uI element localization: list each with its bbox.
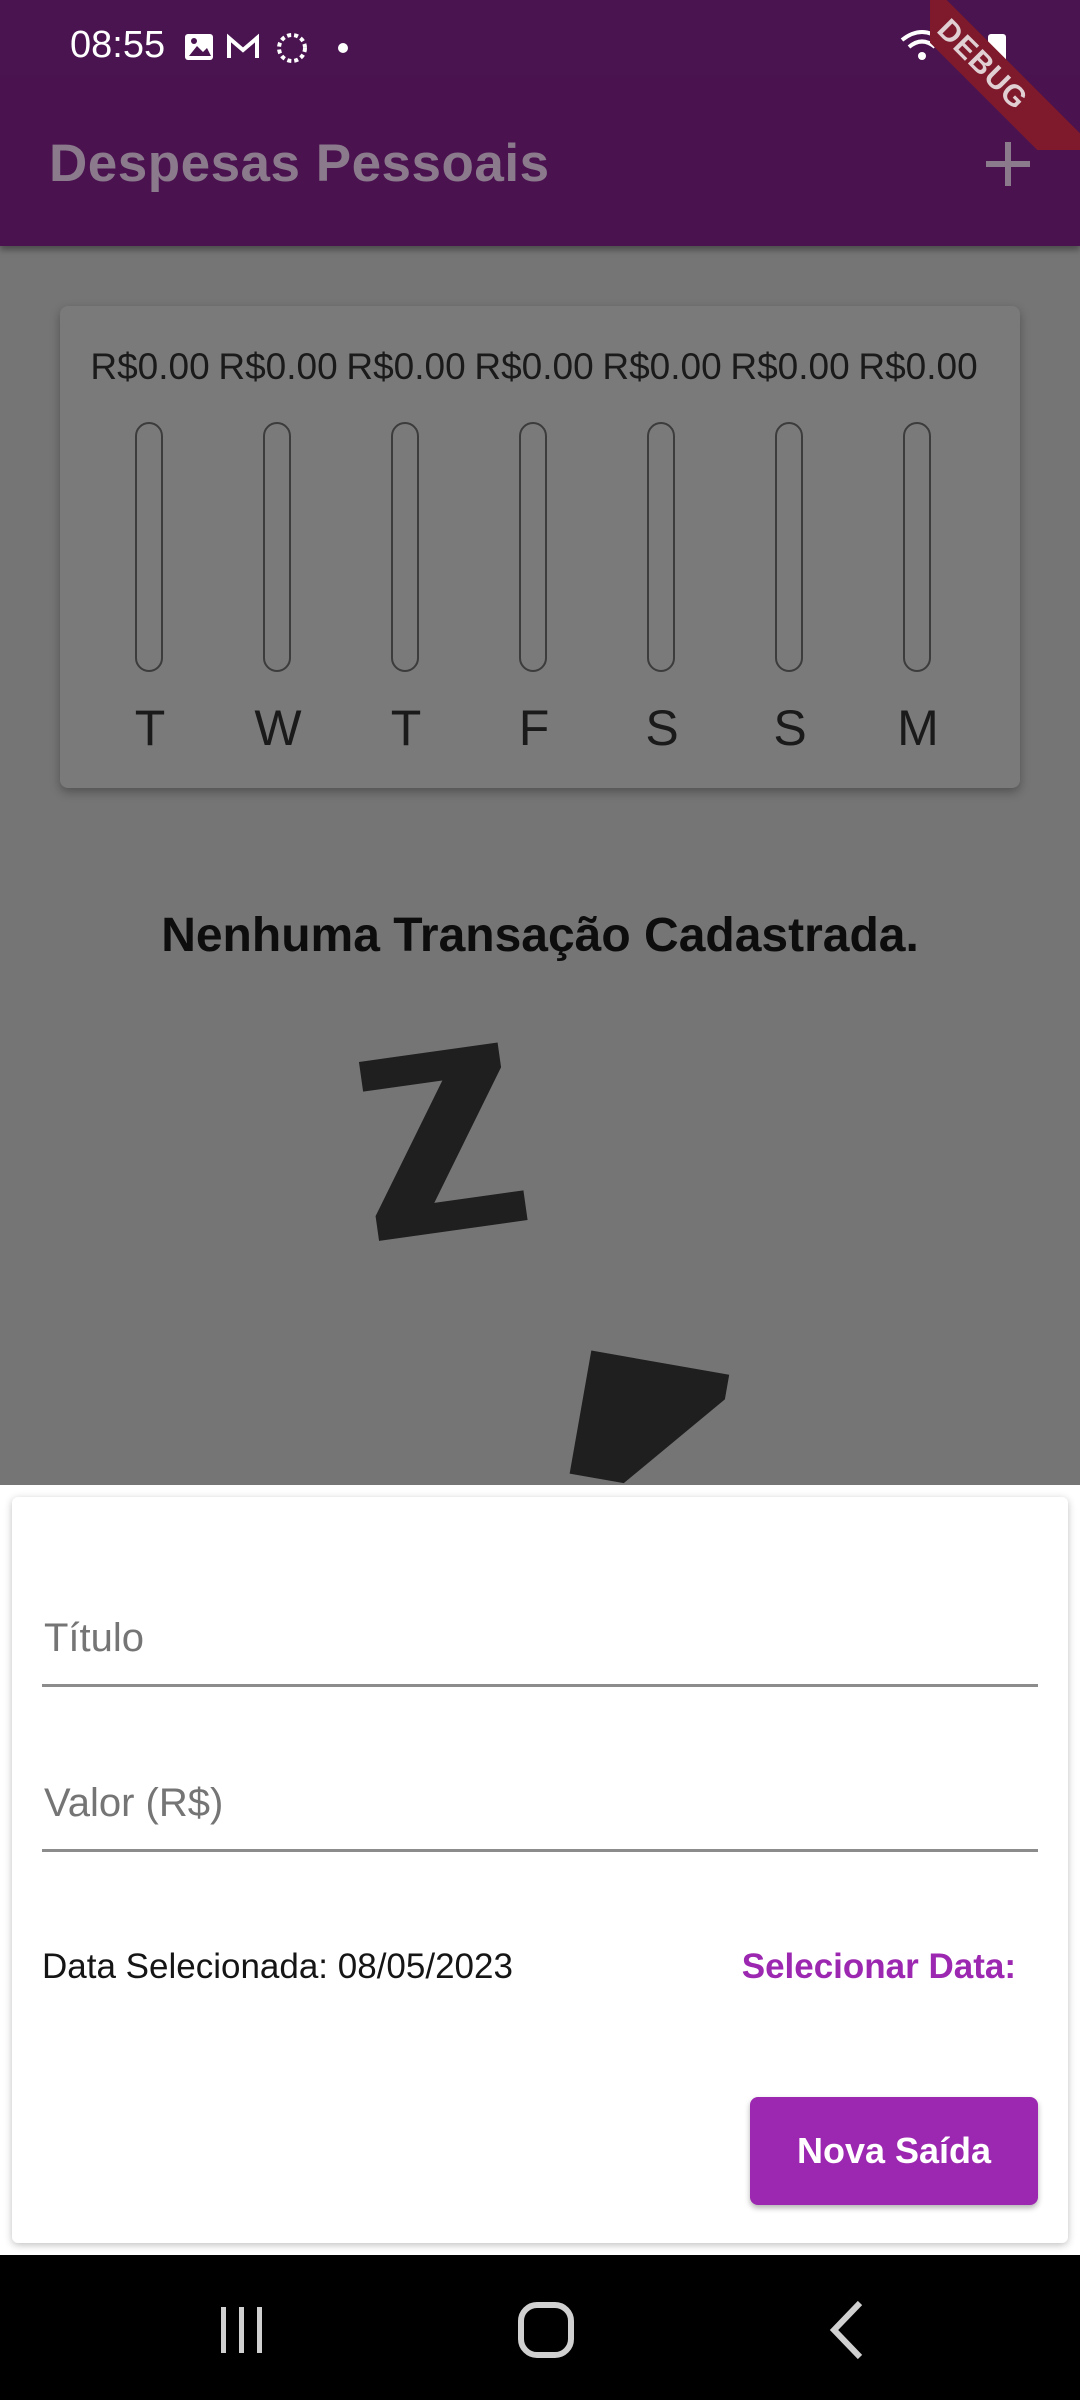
select-date-button[interactable]: Selecionar Data: (742, 1947, 1016, 1987)
selected-date-label: Data Selecionada: 08/05/2023 (42, 1947, 513, 1986)
recent-apps-button[interactable] (203, 2295, 283, 2365)
chart-bar (903, 422, 931, 672)
chart-column: R$0.00 M (854, 306, 982, 788)
chart-column: R$0.00 T (342, 306, 470, 788)
chart-day-label: W (254, 700, 302, 756)
chart-column: R$0.00 W (214, 306, 342, 788)
sync-icon (277, 33, 307, 63)
empty-state-message: Nenhuma Transação Cadastrada. (161, 909, 919, 962)
status-bar: 08:55 (0, 0, 1080, 78)
debug-banner: DEBUG (930, 0, 1080, 150)
chart-column: R$0.00 S (598, 306, 726, 788)
chart-column: R$0.00 F (470, 306, 598, 788)
back-button[interactable] (808, 2295, 888, 2365)
dot-icon (338, 43, 348, 53)
home-button[interactable] (506, 2295, 586, 2365)
chart-bar (519, 422, 547, 672)
recent-apps-icon (221, 2307, 262, 2353)
chart-column: R$0.00 T (86, 306, 214, 788)
status-time: 08:55 (70, 24, 166, 66)
chart-bar (391, 422, 419, 672)
chart-day-label: T (390, 700, 422, 756)
value-input[interactable] (42, 1752, 1042, 1854)
chart-day-label: S (645, 700, 679, 756)
value-underline (42, 1849, 1038, 1852)
weekly-chart: R$0.00 T R$0.00 W R$0.00 T R$0.00 F R$0.… (60, 306, 1020, 788)
chart-day-label: S (773, 700, 807, 756)
home-icon (518, 2302, 574, 2358)
new-transaction-sheet: Data Selecionada: 08/05/2023 Selecionar … (0, 1485, 1080, 2255)
title-underline (42, 1684, 1038, 1687)
chart-bar (263, 422, 291, 672)
chart-value-label: R$0.00 (730, 346, 850, 387)
app-bar: Despesas Pessoais (0, 78, 1080, 246)
chart-column: R$0.00 S (726, 306, 854, 788)
status-icons-left (183, 30, 363, 71)
title-field[interactable] (42, 1587, 1042, 1689)
zzz-sleep-icon (350, 1020, 750, 1490)
back-icon (829, 2300, 863, 2360)
new-expense-button[interactable]: Nova Saída (750, 2097, 1038, 2205)
chart-day-label: T (134, 700, 166, 756)
app-title: Despesas Pessoais (49, 134, 550, 193)
chart-value-label: R$0.00 (218, 346, 338, 387)
chart-day-label: M (897, 700, 939, 756)
gmail-icon (227, 33, 259, 58)
chart-value-label: R$0.00 (474, 346, 594, 387)
debug-banner-wrap: DEBUG (930, 0, 1080, 150)
chart-bar (135, 422, 163, 672)
chart-bar (647, 422, 675, 672)
transaction-form-card: Data Selecionada: 08/05/2023 Selecionar … (12, 1497, 1068, 2243)
chart-value-label: R$0.00 (602, 346, 722, 387)
image-icon (185, 34, 213, 60)
chart-bar (775, 422, 803, 672)
chart-value-label: R$0.00 (90, 346, 210, 387)
value-field[interactable] (42, 1752, 1042, 1854)
chart-day-label: F (518, 700, 550, 756)
title-input[interactable] (42, 1587, 1042, 1689)
chart-value-label: R$0.00 (858, 346, 978, 387)
chart-value-label: R$0.00 (346, 346, 466, 387)
system-nav-bar (0, 2255, 1080, 2400)
